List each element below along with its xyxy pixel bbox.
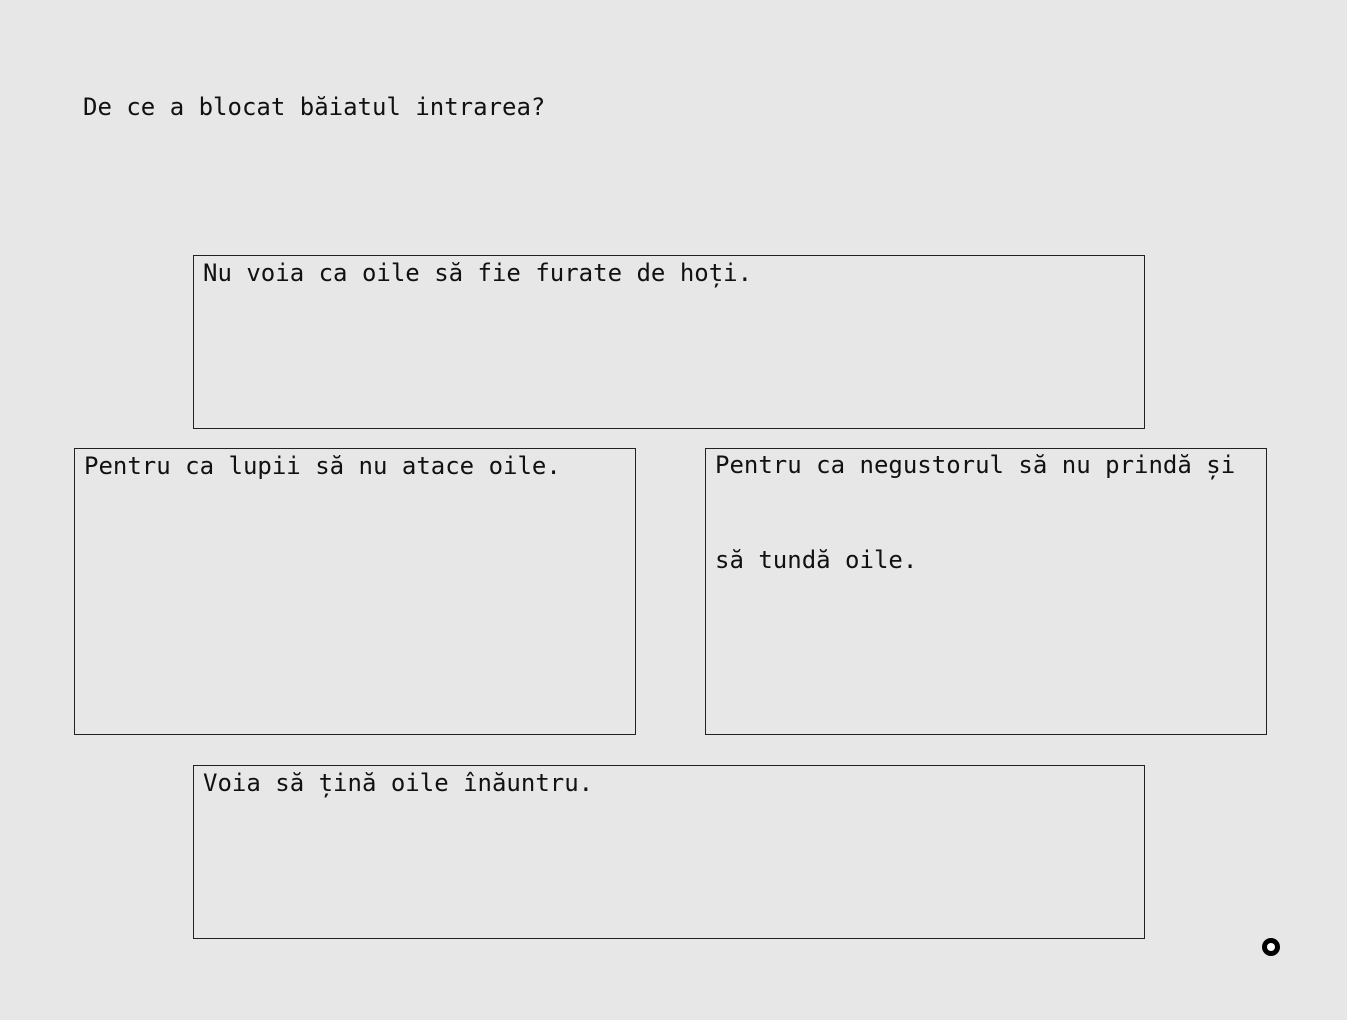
record-icon-center xyxy=(1267,943,1275,951)
answer-option-4-text: Voia să țină oile înăuntru. xyxy=(203,769,594,797)
answer-option-2-text: Pentru ca lupii să nu atace oile. xyxy=(84,452,561,480)
answer-option-3-text: Pentru ca negustorul să nu prindă și să … xyxy=(715,451,1236,574)
answer-option-1-text: Nu voia ca oile să fie furate de hoți. xyxy=(203,259,753,287)
record-icon xyxy=(1262,938,1280,956)
question-text: De ce a blocat băiatul intrarea? xyxy=(83,93,546,121)
answer-option-1[interactable]: Nu voia ca oile să fie furate de hoți. xyxy=(193,255,1145,429)
answer-option-3[interactable]: Pentru ca negustorul să nu prindă și să … xyxy=(705,448,1267,735)
answer-option-2[interactable]: Pentru ca lupii să nu atace oile. xyxy=(74,448,636,735)
answer-option-4[interactable]: Voia să țină oile înăuntru. xyxy=(193,765,1145,939)
